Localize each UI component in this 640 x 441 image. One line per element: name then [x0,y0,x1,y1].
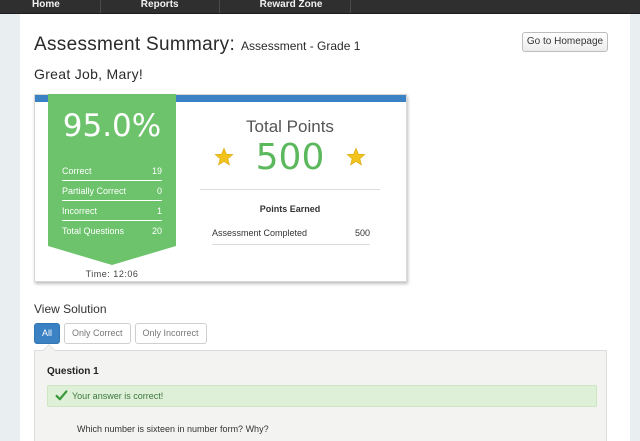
score-percent: 95.0% [62,108,162,144]
total-points-title: Total Points [246,117,334,136]
stat-row-partially-correct: Partially Correct 0 [62,181,162,201]
score-card: 95.0% Correct 19 Partially Correct 0 Inc… [34,94,407,282]
time-taken: Time: 12:06 [85,269,139,279]
total-points-value: 500 [255,136,325,178]
panel-caret [42,344,56,351]
total-points-row: 500 [200,136,380,178]
score-ribbon: 95.0% Correct 19 Partially Correct 0 Inc… [48,94,176,265]
title-row: Assessment Summary: Assessment - Grade 1 [34,34,360,56]
earned-value: 500 [354,228,370,238]
stat-label: Correct [62,166,92,176]
stat-label: Incorrect [62,206,98,216]
correct-answer-alert: Your answer is correct! [47,385,597,407]
top-nav: Home Reports Reward Zone [0,0,640,14]
earned-label: Assessment Completed [212,228,308,238]
stat-row-total-questions: Total Questions 20 [62,221,162,241]
stat-value: 20 [151,226,162,236]
question-panel: Question 1 Your answer is correct! Which… [34,344,607,441]
question-text: Which number is sixteen in number form? … [77,424,269,434]
stat-label: Total Questions [62,226,125,236]
solution-filters: All Only Correct Only Incorrect [34,323,211,344]
page-title: Assessment Summary: [34,34,236,55]
stat-row-correct: Correct 19 [62,161,162,181]
filter-only-correct-button[interactable]: Only Correct [64,323,131,344]
question-title: Question 1 [47,366,99,377]
nav-reward-zone[interactable]: Reward Zone [220,0,352,13]
check-icon [55,390,68,401]
points-earned-title: Points Earned [259,204,321,214]
nav-home[interactable]: Home [0,0,101,13]
main-panel: Assessment Summary: Assessment - Grade 1… [20,14,630,441]
nav-reports[interactable]: Reports [101,0,220,13]
star-icon [214,147,234,166]
filter-only-incorrect-button[interactable]: Only Incorrect [134,323,207,344]
star-icon [346,147,366,166]
view-solution-title: View Solution [34,302,107,316]
score-stats: Correct 19 Partially Correct 0 Incorrect… [62,161,162,241]
alert-text: Your answer is correct! [72,391,164,401]
points-earned-row: Assessment Completed 500 [212,228,370,245]
filter-all-button[interactable]: All [34,323,61,344]
page-subtitle: Assessment - Grade 1 [241,39,361,53]
stat-value: 0 [156,186,162,196]
stat-value: 19 [151,166,162,176]
greeting: Great Job, Mary! [34,66,144,82]
stat-value: 1 [156,206,162,216]
stat-label: Partially Correct [62,186,127,196]
points-divider [200,189,380,190]
stat-row-incorrect: Incorrect 1 [62,201,162,221]
go-to-homepage-button[interactable]: Go to Homepage [522,32,608,52]
